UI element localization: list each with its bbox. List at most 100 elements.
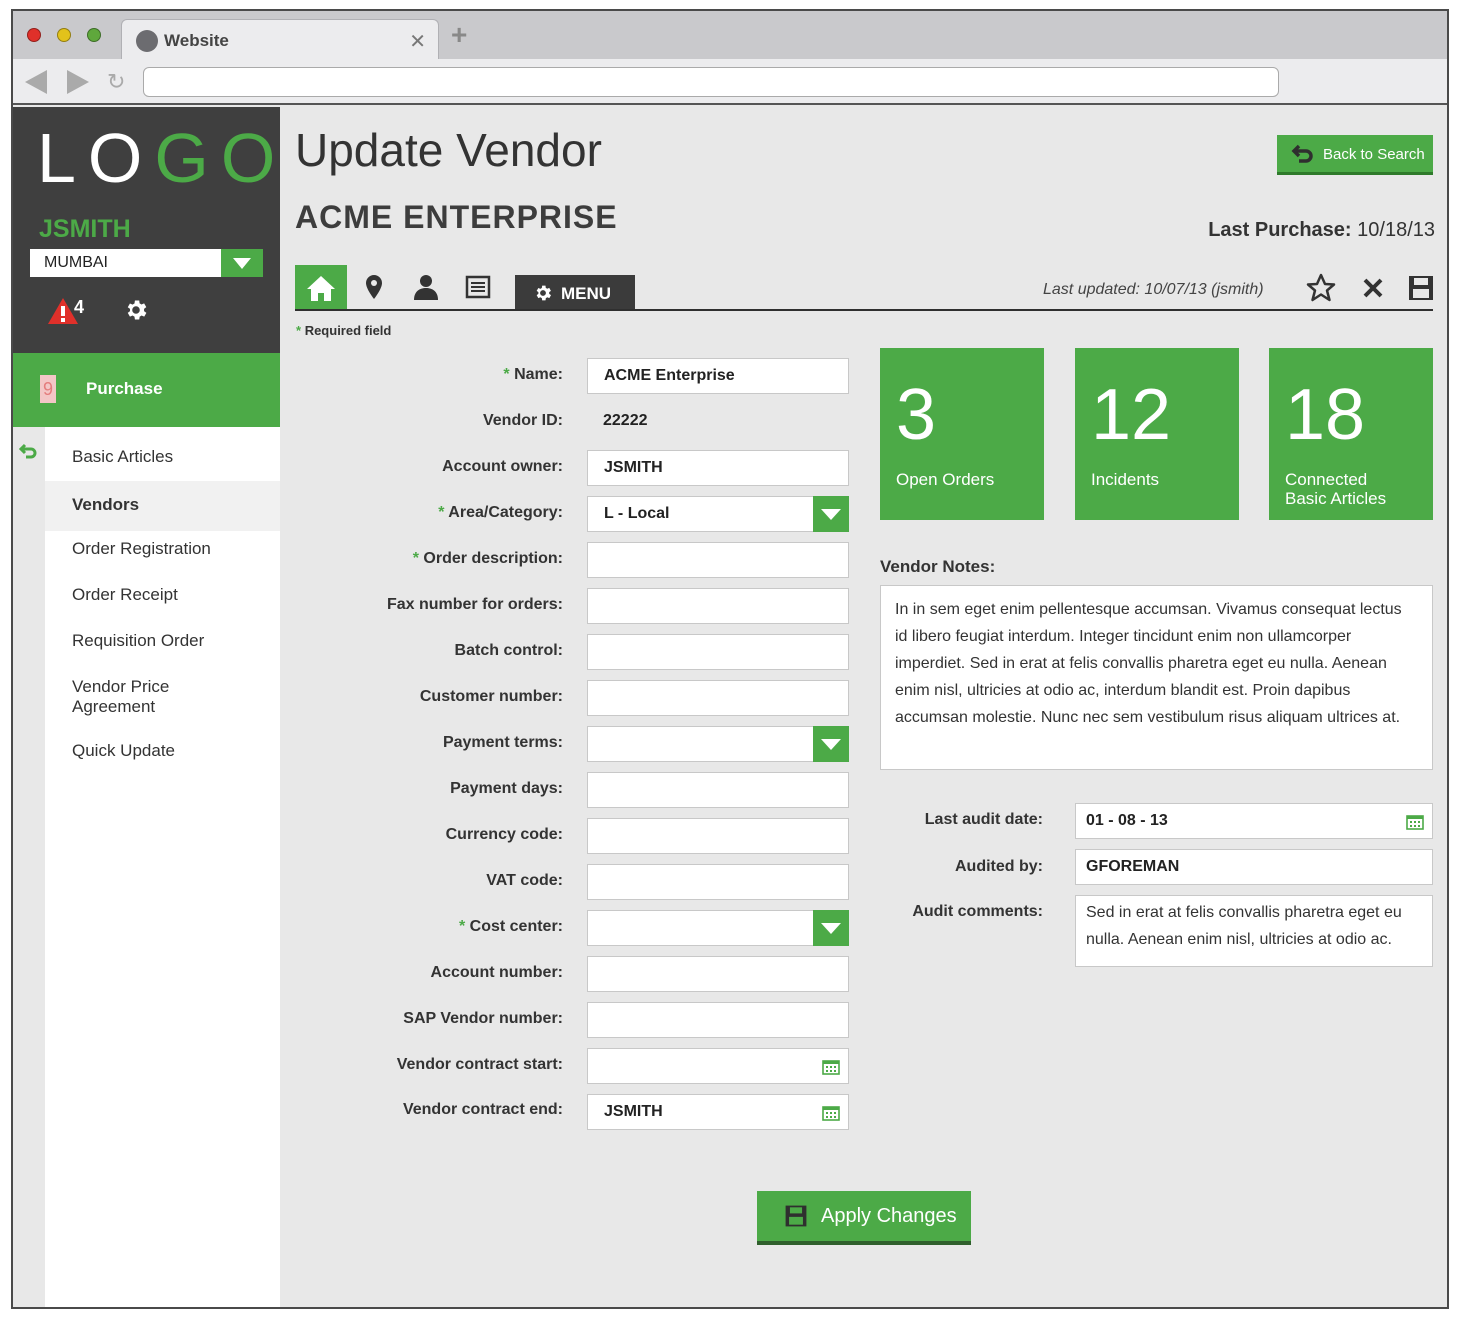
calendar-icon[interactable] [822, 1058, 840, 1075]
calendar-icon[interactable] [822, 1104, 840, 1121]
stat-value: 12 [1091, 375, 1172, 455]
vendor-notes-textarea[interactable]: In in sem eget enim pellentesque accumsa… [880, 585, 1433, 770]
contract-start-label: Vendor contract start: [396, 1056, 563, 1073]
contract-start-input[interactable] [587, 1048, 849, 1084]
calendar-icon[interactable] [1406, 813, 1424, 830]
batch-control-label: Batch control: [454, 642, 563, 659]
tab-close-icon[interactable]: ✕ [409, 29, 426, 54]
back-arrow-icon[interactable] [25, 70, 47, 94]
return-arrow-icon [1291, 144, 1313, 163]
sidebar-item-order-registration[interactable]: Order Registration [45, 539, 280, 559]
window-minimize-dot[interactable] [57, 28, 71, 42]
payment-terms-label: Payment terms: [442, 734, 563, 751]
alert-count: 4 [74, 297, 85, 317]
forward-arrow-icon[interactable] [67, 70, 89, 94]
sidebar-header: LOGO JSMITH MUMBAI 4 [13, 107, 280, 353]
browser-tab-title: Website [164, 31, 229, 50]
window-close-dot[interactable] [27, 28, 41, 42]
audited-by-input[interactable]: GFOREMAN [1075, 849, 1433, 885]
fax-number-input[interactable] [587, 588, 849, 624]
vat-code-input[interactable] [587, 864, 849, 900]
sidebar-item-vendors[interactable]: Vendors [45, 481, 280, 531]
url-input[interactable] [143, 67, 1279, 97]
toolbar-divider [295, 309, 1433, 311]
currency-code-label: Currency code: [445, 826, 563, 843]
location-pin-icon[interactable] [360, 273, 388, 301]
customer-number-input[interactable] [587, 680, 849, 716]
reload-icon[interactable]: ↻ [107, 69, 125, 95]
save-icon[interactable] [1406, 273, 1436, 303]
contract-end-label: Vendor contract end: [402, 1101, 563, 1118]
fax-number-label: Fax number for orders: [386, 596, 563, 613]
sidebar-rail [13, 427, 45, 1307]
currency-code-input[interactable] [587, 818, 849, 854]
browser-tab-bar: Website ✕ + [13, 11, 1447, 59]
main-content: Update Vendor ACME ENTERPRISE Back to Se… [280, 107, 1447, 1307]
location-select[interactable]: MUMBAI [30, 249, 263, 277]
menu-button[interactable]: MENU [515, 275, 635, 311]
sidebar-item-requisition-order[interactable]: Requisition Order [45, 631, 280, 651]
chevron-down-icon[interactable] [813, 910, 849, 946]
chevron-down-icon[interactable] [813, 726, 849, 762]
save-icon [785, 1205, 807, 1227]
cost-center-select[interactable] [587, 910, 849, 946]
vendor-name-heading: ACME ENTERPRISE [295, 199, 618, 235]
batch-control-input[interactable] [587, 634, 849, 670]
return-arrow-icon[interactable] [19, 441, 39, 461]
window-maximize-dot[interactable] [87, 28, 101, 42]
last-updated-text: Last updated: 10/07/13 (jsmith) [1043, 281, 1264, 298]
last-purchase: Last Purchase: 10/18/13 [1208, 219, 1435, 241]
sap-vendor-number-input[interactable] [587, 1002, 849, 1038]
payment-terms-select[interactable] [587, 726, 849, 762]
vendor-id-value: 22222 [603, 412, 648, 429]
audit-comments-textarea[interactable]: Sed in erat at felis convallis pharetra … [1075, 895, 1433, 967]
audit-comments-label: Audit comments: [912, 903, 1043, 920]
back-to-search-button[interactable]: Back to Search [1277, 135, 1433, 175]
account-number-input[interactable] [587, 956, 849, 992]
tab-home[interactable] [295, 265, 347, 311]
list-icon[interactable] [464, 273, 492, 301]
chevron-down-icon[interactable] [813, 496, 849, 532]
sidebar-section-purchase[interactable]: 9 Purchase [13, 353, 280, 427]
person-icon[interactable] [412, 273, 440, 301]
close-icon[interactable] [1358, 273, 1388, 303]
account-number-label: Account number: [430, 964, 563, 981]
customer-number-label: Customer number: [419, 688, 563, 705]
stat-tile-connected-basic-articles[interactable]: 18 Connected Basic Articles [1269, 348, 1433, 520]
gear-icon[interactable] [123, 297, 149, 323]
sidebar-item-order-receipt[interactable]: Order Receipt [45, 585, 280, 605]
chevron-down-icon[interactable] [221, 249, 263, 277]
browser-tab[interactable]: Website ✕ [121, 19, 439, 59]
new-tab-icon[interactable]: + [451, 21, 467, 49]
audited-by-label: Audited by: [955, 858, 1043, 875]
payment-days-label: Payment days: [450, 780, 563, 797]
contract-end-value: JSMITH [604, 1103, 663, 1120]
area-category-select[interactable]: L - Local [587, 496, 849, 532]
last-audit-date-input[interactable]: 01 - 08 - 13 [1075, 803, 1433, 839]
name-input[interactable]: ACME Enterprise [587, 358, 849, 394]
account-owner-input[interactable]: JSMITH [587, 450, 849, 486]
contract-end-input[interactable]: JSMITH [587, 1094, 849, 1130]
apply-changes-button[interactable]: Apply Changes [757, 1191, 971, 1245]
page-title: Update Vendor [295, 124, 602, 176]
payment-days-input[interactable] [587, 772, 849, 808]
location-value: MUMBAI [44, 254, 108, 271]
vat-code-label: VAT code: [486, 872, 563, 889]
sidebar-item-quick-update[interactable]: Quick Update [45, 741, 280, 761]
order-description-label: * Order description: [412, 550, 563, 567]
vendor-id-label: Vendor ID: [482, 412, 563, 429]
last-audit-date-value: 01 - 08 - 13 [1086, 812, 1168, 829]
star-icon[interactable] [1306, 273, 1336, 303]
purchase-icon: 9 [40, 375, 56, 403]
sidebar-item-basic-articles[interactable]: Basic Articles [45, 447, 280, 467]
logo: LOGO [37, 119, 288, 197]
stat-tile-incidents[interactable]: 12 Incidents [1075, 348, 1239, 520]
sidebar-item-vendor-price-agreement[interactable]: Vendor Price Agreement [45, 677, 245, 717]
username: JSMITH [39, 215, 131, 243]
order-description-input[interactable] [587, 542, 849, 578]
required-field-note: * Required field [296, 323, 392, 338]
sidebar: LOGO JSMITH MUMBAI 4 9 Purchase Basic Ar… [13, 107, 280, 1307]
area-category-label: * Area/Category: [438, 504, 563, 521]
apply-changes-label: Apply Changes [821, 1205, 957, 1227]
stat-tile-open-orders[interactable]: 3 Open Orders [880, 348, 1044, 520]
